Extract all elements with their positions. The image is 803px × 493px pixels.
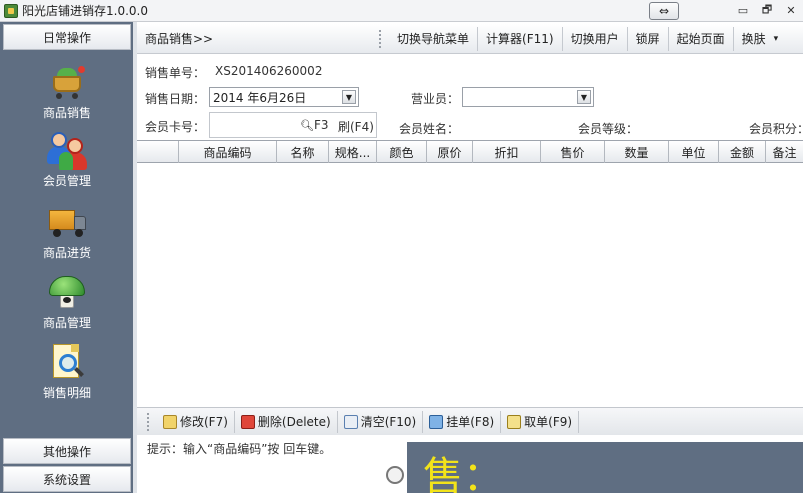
hold-order-icon — [429, 414, 444, 429]
clear-icon — [343, 414, 358, 429]
grid-col-code[interactable]: 商品编码 — [179, 141, 277, 163]
member-name-label: 会员姓名： — [399, 122, 460, 136]
sidebar-item-label: 商品销售 — [42, 106, 91, 120]
retrieve-order-label: 取单(F9) — [524, 415, 573, 429]
clear-label: 清空(F10) — [360, 415, 417, 429]
sidebar-menu: 商品销售 会员管理 商品进货 商品管理 销售明细 — [3, 52, 131, 437]
lock-screen-button[interactable]: 锁屏 — [628, 26, 669, 51]
sale-date-picker[interactable]: 2014 年6月26日 ▼ — [209, 87, 359, 107]
skin-dropdown-icon[interactable]: ▾ — [774, 34, 784, 44]
search-icon[interactable]: 🔍︎ — [300, 119, 314, 132]
grid-col-original-price[interactable]: 原价 — [427, 141, 473, 163]
edit-icon — [163, 414, 177, 429]
start-page-button[interactable]: 起始页面 — [669, 26, 734, 51]
grid-col-indicator — [137, 141, 179, 163]
action-bar-grip[interactable] — [147, 412, 153, 431]
member-level-label: 会员等级： — [578, 122, 639, 136]
nav-toggle-button[interactable]: ⇔ — [649, 1, 679, 20]
hold-order-button[interactable]: 挂单(F8) — [423, 410, 502, 433]
window-title: 阳光店铺进销存1.0.0.0 — [22, 4, 148, 18]
sidebar: 日常操作 商品销售 会员管理 商品进货 商品管理 销售明细 其他操作 系统设置 — [0, 22, 133, 493]
retrieve-order-button[interactable]: 取单(F9) — [501, 410, 580, 433]
salesperson-label: 营业员： — [411, 92, 460, 106]
member-card-label: 会员卡号： — [145, 120, 206, 134]
skin-button[interactable]: 换肤 — [734, 27, 774, 51]
title-bar: 阳光店铺进销存1.0.0.0 ⇔ ▭ 🗗 ✕ — [0, 0, 803, 22]
grid-col-spec[interactable]: 规格... — [329, 141, 377, 163]
sidebar-item-sales[interactable]: 商品销售 — [3, 60, 131, 128]
retrieve-order-icon — [507, 414, 522, 429]
grid-col-color[interactable]: 颜色 — [377, 141, 427, 163]
shopping-cart-icon — [47, 62, 87, 102]
sidebar-item-sales-detail[interactable]: 销售明细 — [3, 340, 131, 408]
grid-col-remark[interactable]: 备注 — [766, 141, 803, 163]
total-label: 售： — [423, 454, 503, 493]
toolbar-grip[interactable] — [379, 29, 385, 48]
app-logo-icon — [4, 3, 18, 18]
search-shortcut: F3 — [314, 118, 329, 132]
refresh-button[interactable]: 刷(F4) — [338, 118, 374, 135]
sidebar-item-label: 会员管理 — [42, 174, 91, 188]
delete-icon — [240, 414, 255, 429]
main-panel: 商品销售>> 切换导航菜单 计算器(F11) 切换用户 锁屏 起始页面 换肤 ▾… — [137, 22, 803, 493]
top-toolbar: 商品销售>> 切换导航菜单 计算器(F11) 切换用户 锁屏 起始页面 换肤 ▾ — [137, 24, 803, 54]
sidebar-header-other[interactable]: 其他操作 — [3, 438, 131, 464]
sidebar-item-purchase[interactable]: 商品进货 — [3, 200, 131, 268]
grid-col-amount[interactable]: 金额 — [719, 141, 766, 163]
hold-order-label: 挂单(F8) — [446, 415, 495, 429]
delete-button[interactable]: 删除(Delete) — [235, 410, 338, 433]
member-card-input[interactable]: 🔍︎ F3 刷(F4) — [209, 112, 377, 138]
sidebar-header-settings[interactable]: 系统设置 — [3, 466, 131, 492]
grid-col-sale-price[interactable]: 售价 — [541, 141, 605, 163]
grid-col-unit[interactable]: 单位 — [669, 141, 719, 163]
sidebar-item-products[interactable]: 商品管理 — [3, 270, 131, 338]
switch-nav-menu-button[interactable]: 切换导航菜单 — [389, 26, 479, 51]
order-number-label: 销售单号： — [145, 66, 206, 80]
truck-icon — [47, 202, 87, 242]
sale-date-label: 销售日期： — [145, 92, 206, 106]
sidebar-item-label: 商品进货 — [42, 246, 91, 260]
scan-icon[interactable] — [386, 466, 404, 484]
breadcrumb: 商品销售>> — [145, 32, 214, 46]
edit-button[interactable]: 修改(F7) — [157, 410, 235, 433]
close-button[interactable]: ✕ — [779, 4, 803, 17]
order-number-value: XS201406260002 — [215, 64, 323, 78]
switch-user-button[interactable]: 切换用户 — [563, 26, 628, 51]
sidebar-item-members[interactable]: 会员管理 — [3, 128, 131, 196]
chevron-down-icon[interactable]: ▼ — [577, 90, 591, 104]
delete-label: 删除(Delete) — [257, 415, 331, 429]
grid-header: 商品编码 名称 规格... 颜色 原价 折扣 售价 数量 单位 金额 备注 — [137, 141, 803, 163]
restore-button[interactable]: 🗗 — [755, 1, 779, 20]
member-points-label: 会员积分： — [749, 122, 803, 136]
sidebar-item-label: 销售明细 — [42, 386, 91, 400]
salesperson-select[interactable]: ▼ — [462, 87, 594, 107]
sidebar-item-label: 商品管理 — [42, 316, 91, 330]
sale-date-value: 2014 年6月26日 — [213, 90, 307, 105]
total-panel: 售： — [407, 442, 803, 493]
calculator-button[interactable]: 计算器(F11) — [478, 26, 563, 51]
chevron-down-icon[interactable]: ▼ — [342, 90, 356, 104]
hint-text: 提示：输入“商品编码”按 回车键。 — [147, 442, 332, 456]
product-icon — [47, 272, 87, 312]
grid-col-name[interactable]: 名称 — [277, 141, 329, 163]
members-icon — [47, 130, 87, 170]
barcode-input[interactable] — [141, 462, 409, 493]
sales-form: 销售单号： XS201406260002 销售日期： 2014 年6月26日 ▼… — [137, 54, 803, 140]
sales-detail-icon — [47, 342, 87, 382]
sales-grid[interactable]: 商品编码 名称 规格... 颜色 原价 折扣 售价 数量 单位 金额 备注 — [137, 140, 803, 406]
grid-col-quantity[interactable]: 数量 — [605, 141, 669, 163]
edit-label: 修改(F7) — [180, 415, 228, 429]
action-bar: 修改(F7) 删除(Delete) 清空(F10) 挂单(F8) 取单(F9) — [137, 407, 803, 435]
grid-col-discount[interactable]: 折扣 — [473, 141, 541, 163]
clear-button[interactable]: 清空(F10) — [338, 410, 424, 433]
minimize-button[interactable]: ▭ — [731, 4, 755, 17]
sidebar-header-daily[interactable]: 日常操作 — [3, 24, 131, 50]
